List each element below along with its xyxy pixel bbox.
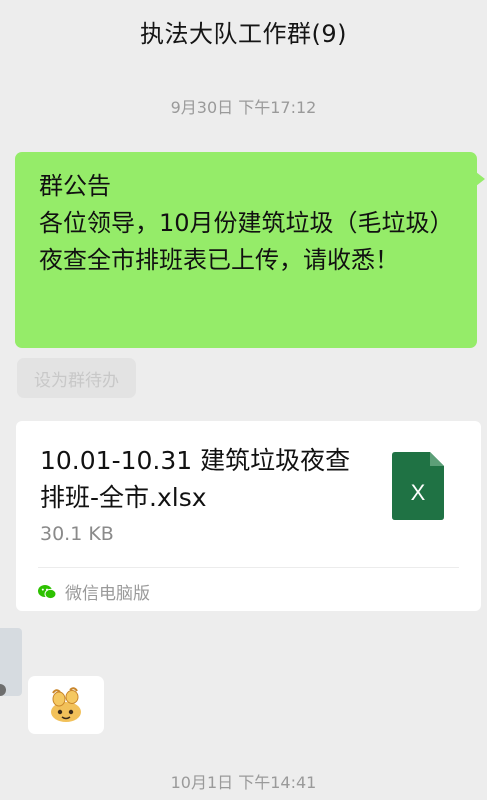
card-divider [38, 567, 459, 568]
sender-avatar[interactable] [0, 628, 22, 696]
wechat-icon [38, 584, 56, 599]
chat-title[interactable]: 执法大队工作群(9) [140, 14, 347, 49]
chat-title-bar: 执法大队工作群(9) [0, 0, 487, 68]
announcement-heading: 群公告 [39, 172, 111, 200]
file-name: 10.01-10.31 建筑垃圾夜查排班-全市.xlsx [40, 446, 351, 512]
excel-icon-letter: X [411, 480, 426, 505]
sticker-message[interactable] [28, 676, 104, 734]
announcement-body: 各位领导，10月份建筑垃圾（毛垃圾）夜查全市排班表已上传，请收悉！ [39, 209, 454, 274]
file-message-card[interactable]: 10.01-10.31 建筑垃圾夜查排班-全市.xlsx 30.1 KB X 微… [16, 421, 481, 611]
set-group-todo-button[interactable]: 设为群待办 [17, 358, 136, 398]
group-announcement-bubble[interactable]: 群公告 各位领导，10月份建筑垃圾（毛垃圾）夜查全市排班表已上传，请收悉！ [15, 152, 485, 348]
avatar-detail [0, 684, 6, 696]
excel-file-icon: X [392, 452, 444, 520]
file-size: 30.1 KB [40, 523, 114, 545]
cartoon-sticker [51, 687, 81, 722]
message-timestamp: 10月1日 下午14:41 [170, 773, 317, 792]
message-timestamp: 9月30日 下午17:12 [170, 98, 317, 117]
file-source: 微信电脑版 [38, 579, 150, 604]
source-label: 微信电脑版 [65, 584, 150, 604]
